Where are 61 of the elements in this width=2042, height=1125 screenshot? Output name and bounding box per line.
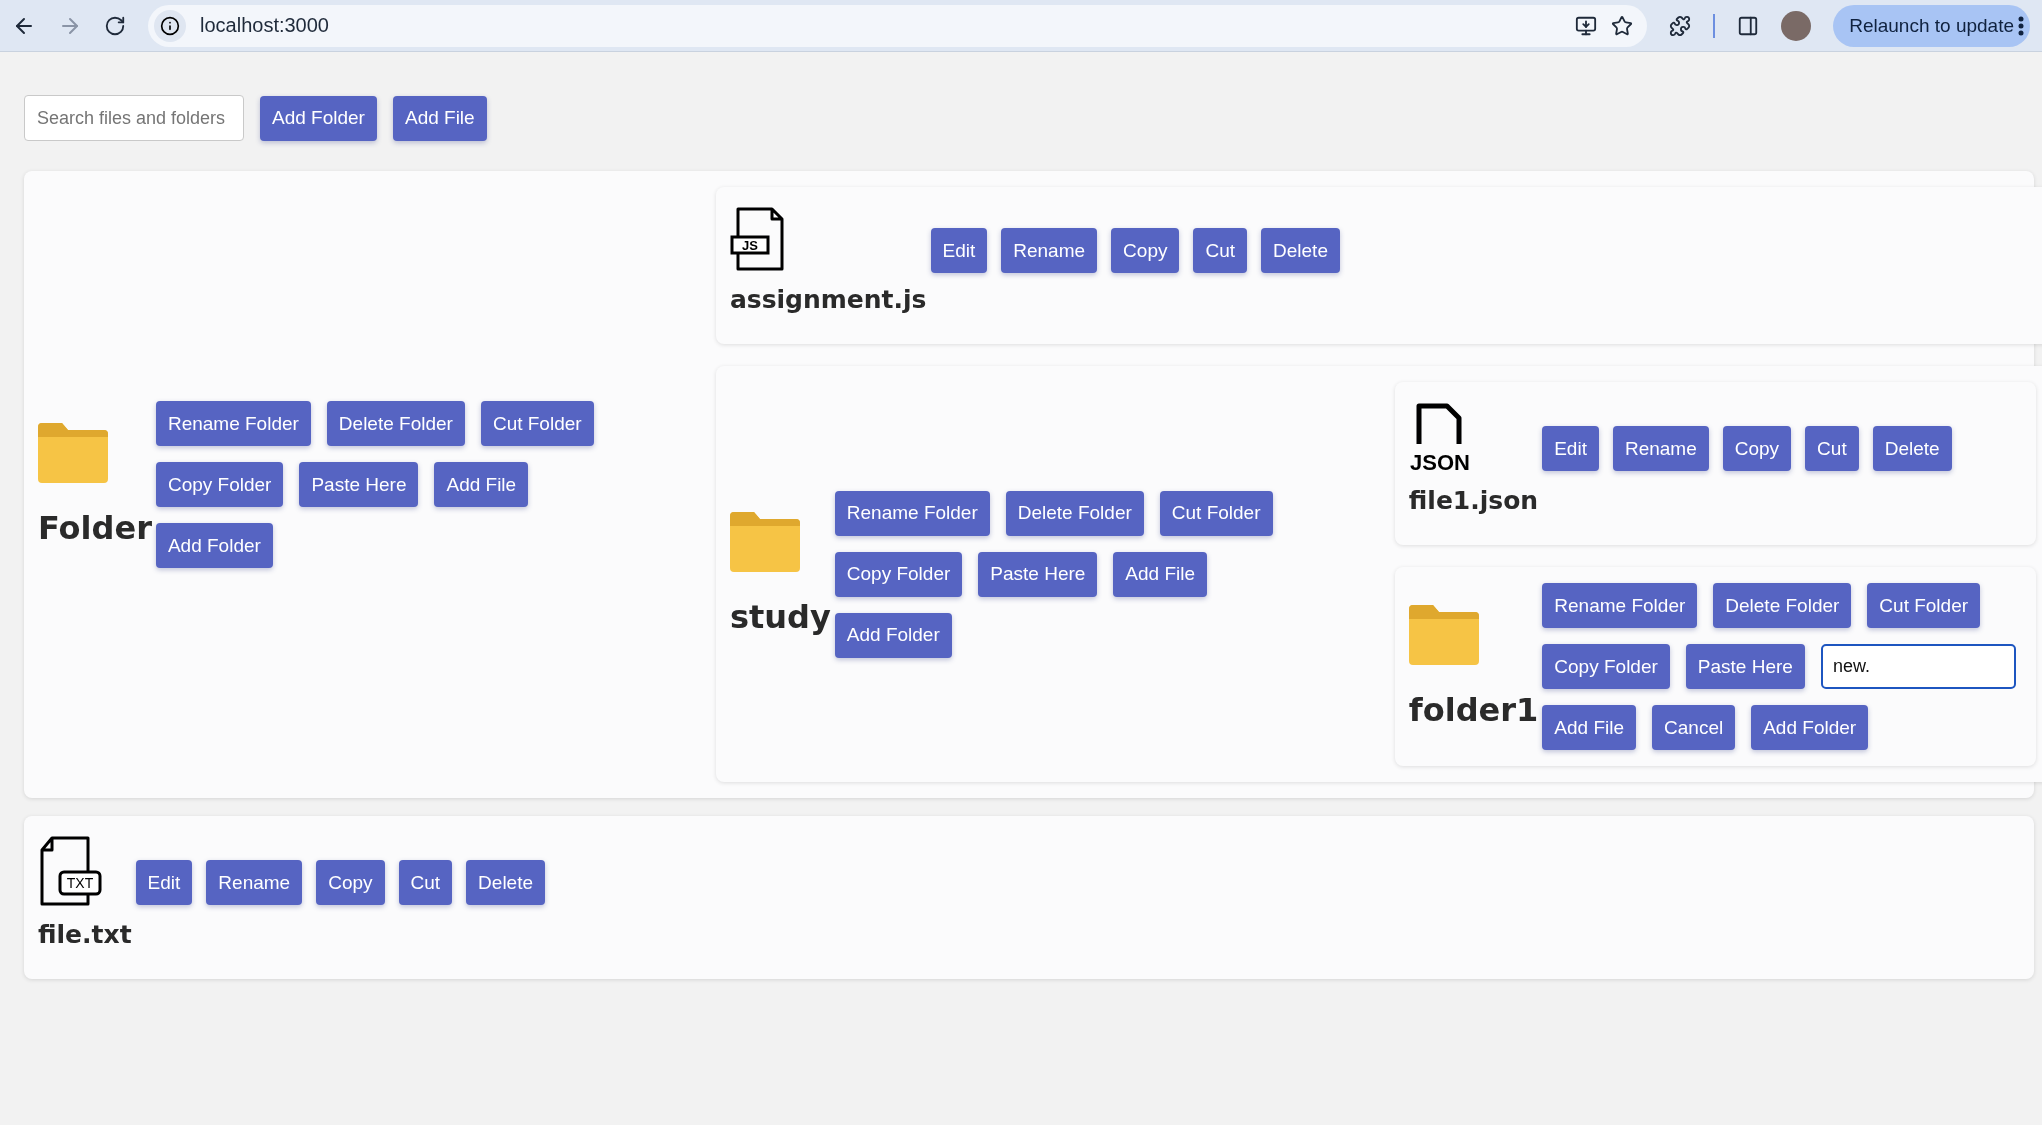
action-button[interactable]: Copy (316, 860, 385, 905)
action-button[interactable]: Rename (1612, 426, 1709, 471)
action-button[interactable]: Delete (466, 860, 546, 905)
avatar[interactable] (1781, 10, 1812, 41)
action-button[interactable]: Cut (1193, 228, 1248, 273)
sidebar-icon[interactable] (1737, 14, 1760, 37)
search-field[interactable]: Search files and folders (24, 95, 244, 141)
action-button[interactable]: Delete (1872, 426, 1952, 471)
relaunch-button[interactable]: Relaunch to update (1833, 4, 2030, 47)
action-button[interactable]: Delete (1261, 228, 1340, 273)
action-button[interactable]: Cut Folder (1867, 583, 1981, 628)
action-button[interactable]: Edit (1542, 426, 1599, 471)
action-button[interactable]: Cut (398, 860, 453, 905)
action-button[interactable]: Rename (1001, 228, 1098, 273)
folder-icon (1408, 604, 1479, 665)
file-name: file1.json (1408, 486, 1539, 515)
action-button[interactable]: Cut (1805, 426, 1859, 471)
info-icon[interactable] (154, 9, 186, 42)
folder-name: Folder (38, 508, 152, 547)
star-icon[interactable] (1611, 14, 1634, 37)
action-button[interactable]: Copy Folder (155, 462, 284, 507)
folder-icon (38, 422, 108, 483)
folder-icon (729, 512, 800, 572)
action-button[interactable]: Cancel (1652, 705, 1736, 750)
action-button[interactable]: Rename Folder (155, 401, 311, 446)
action-button[interactable]: Copy Folder (1542, 644, 1670, 689)
folder-name: study (729, 598, 831, 636)
action-button[interactable]: Copy (1722, 426, 1792, 471)
action-button[interactable]: Rename Folder (1542, 583, 1698, 628)
action-button[interactable]: Delete Folder (1713, 583, 1852, 628)
action-button[interactable]: Delete Folder (326, 401, 465, 446)
action-button[interactable]: Paste Here (1685, 644, 1805, 689)
menu-icon[interactable] (2018, 15, 2024, 36)
action-button[interactable]: Copy (1111, 228, 1180, 273)
action-button[interactable]: Delete Folder (1005, 490, 1144, 536)
action-button[interactable]: Edit (135, 860, 193, 905)
toolbar-button[interactable]: Add Folder (260, 95, 377, 141)
action-button[interactable]: Add Folder (1751, 705, 1869, 750)
action-button[interactable]: Paste Here (299, 462, 419, 507)
action-button[interactable]: Rename Folder (834, 490, 990, 536)
reload-icon[interactable] (104, 14, 126, 37)
action-button[interactable]: Paste Here (978, 551, 1098, 597)
action-button[interactable]: Cut Folder (1159, 490, 1273, 536)
action-button[interactable]: Add Folder (834, 612, 952, 658)
action-button[interactable]: Add Folder (155, 523, 273, 568)
action-button[interactable]: Rename (206, 860, 303, 905)
action-button[interactable]: Add File (434, 462, 529, 507)
url-text: localhost:3000 (200, 14, 330, 37)
action-button[interactable]: Add File (1113, 551, 1208, 597)
extensions-icon[interactable] (1669, 14, 1692, 37)
file-name: file.txt (38, 920, 132, 949)
name-input-field[interactable]: new. (1820, 644, 2016, 689)
action-button[interactable]: Edit (930, 228, 988, 273)
install-icon[interactable] (1575, 14, 1598, 37)
folder-name: folder1 (1408, 690, 1539, 729)
toolbar-button[interactable]: Add File (392, 95, 487, 141)
action-button[interactable]: Add File (1542, 705, 1637, 750)
address-bar[interactable]: localhost:3000 (148, 4, 1648, 47)
file-name: assignment.js (729, 285, 927, 314)
action-button[interactable]: Cut Folder (480, 401, 594, 446)
action-button[interactable]: Copy Folder (834, 551, 963, 597)
